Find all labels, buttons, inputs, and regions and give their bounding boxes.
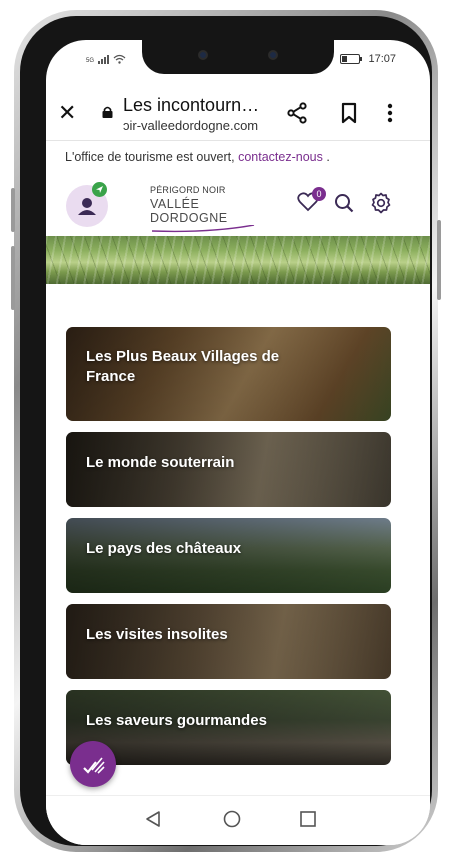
highlights-list: Les Plus Beaux Villages de France Le mon… — [66, 327, 391, 776]
status-time: 17:07 — [368, 53, 396, 65]
card-underground[interactable]: Le monde souterrain — [66, 432, 391, 507]
contact-link[interactable]: contactez-nous — [238, 150, 323, 164]
lock-icon — [102, 106, 113, 118]
card-label: Le monde souterrain — [86, 454, 235, 471]
android-nav-bar — [46, 795, 430, 845]
bookmark-icon[interactable] — [340, 102, 358, 124]
back-icon[interactable] — [144, 810, 162, 828]
more-options-icon[interactable] — [386, 102, 394, 124]
card-castles[interactable]: Le pays des châteaux — [66, 518, 391, 593]
card-label: Les visites insolites — [86, 626, 228, 643]
notch — [142, 40, 334, 74]
card-label: Le pays des châteaux — [86, 540, 242, 557]
network-label: 5G — [86, 58, 95, 64]
phone-frame: 5G 17:07 ✕ Les incontourn… ɔir-valleedor… — [11, 10, 441, 852]
favorites-count-badge: 0 — [312, 187, 326, 201]
page-url[interactable]: ɔir-valleedordogne.com — [123, 118, 258, 133]
site-header: PÉRIGORD NOIR VALLÉE DORDOGNE 0 — [46, 178, 430, 233]
signal-icon — [98, 55, 110, 64]
fab-button[interactable] — [70, 741, 116, 787]
gear-icon[interactable] — [370, 192, 392, 214]
browser-toolbar: ✕ Les incontourn… ɔir-valleedordogne.com — [46, 92, 430, 138]
screen: 5G 17:07 ✕ Les incontourn… ɔir-valleedor… — [46, 40, 430, 845]
search-icon[interactable] — [334, 193, 354, 213]
sparkle-icon — [83, 757, 105, 774]
close-icon[interactable]: ✕ — [58, 100, 76, 126]
card-label: Les Plus Beaux Villages de France — [86, 348, 280, 385]
card-label: Les saveurs gourmandes — [86, 712, 267, 729]
hero-banner-image — [46, 236, 430, 284]
recent-apps-icon[interactable] — [300, 811, 316, 827]
divider — [46, 140, 430, 141]
site-logo[interactable]: PÉRIGORD NOIR VALLÉE DORDOGNE — [150, 185, 268, 233]
battery-icon — [340, 54, 363, 64]
share-icon[interactable] — [286, 102, 308, 124]
logo-swoosh — [151, 225, 255, 233]
location-badge-icon — [92, 182, 107, 197]
office-open-notice: L'office de tourisme est ouvert, contact… — [65, 150, 330, 164]
wifi-icon — [113, 54, 126, 64]
card-unusual-visits[interactable]: Les visites insolites — [66, 604, 391, 679]
page-title[interactable]: Les incontourn… — [123, 95, 259, 116]
home-icon[interactable] — [223, 810, 241, 828]
card-villages[interactable]: Les Plus Beaux Villages de France — [66, 327, 391, 421]
